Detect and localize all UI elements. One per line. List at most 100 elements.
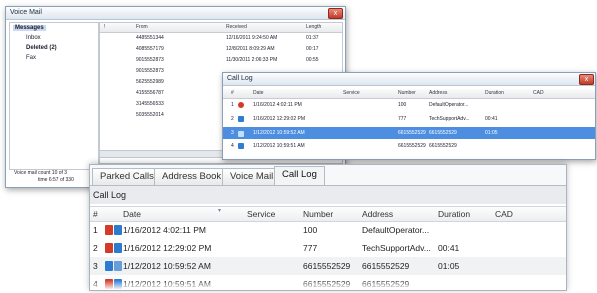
col-from[interactable]: From	[136, 23, 148, 32]
tab-parked-calls[interactable]: Parked Calls	[92, 168, 162, 185]
voicemail-icon	[114, 261, 122, 271]
row-index: 1	[231, 102, 234, 108]
outgoing-call-icon	[105, 261, 113, 271]
from-cell: 4485551344	[136, 35, 164, 41]
from-cell: 5035552014	[136, 112, 164, 118]
voicemail-icon	[114, 225, 122, 235]
col-received[interactable]: Received	[226, 23, 247, 32]
table-row[interactable]: 2 1/16/2012 12:29:02 PM 777 TechSupportA…	[90, 239, 566, 257]
calllog-titlebar: Call Log	[223, 73, 595, 86]
voicemail-icon	[114, 243, 122, 253]
address-cell: DefaultOperator...	[362, 225, 430, 235]
from-cell: 4085557179	[136, 46, 164, 52]
col-date[interactable]: Date	[253, 89, 264, 98]
address-cell: TechSupportAdv...	[362, 243, 431, 253]
length-cell: 01:37	[306, 35, 319, 41]
sort-arrow-icon: ▾	[218, 208, 222, 214]
tab-strip: Parked Calls Address Book Voice Mail Cal…	[90, 165, 566, 186]
address-cell: 6615552529	[429, 130, 457, 136]
table-row[interactable]: 1 1/16/2012 4:02:11 PM 100 DefaultOperat…	[223, 100, 595, 111]
tab-voice-mail[interactable]: Voice Mail	[222, 168, 282, 185]
table-row[interactable]: 2 1/16/2012 12:29:02 PM 777 TechSupportA…	[223, 114, 595, 125]
date-cell: 1/16/2012 4:02:11 PM	[123, 225, 207, 235]
col-priority[interactable]: !	[104, 23, 105, 32]
calllog-window: Call Log x # Date Service Number Address…	[222, 72, 596, 160]
date-cell: 1/16/2012 12:29:02 PM	[123, 243, 212, 253]
voicemail-count: Voice mail count 10 of 3	[14, 170, 68, 176]
calllog-title: Call Log	[227, 75, 253, 82]
col-cad[interactable]: CAD	[533, 89, 544, 98]
length-cell: 00:55	[306, 57, 319, 63]
section-title: Call Log	[90, 186, 566, 204]
number-cell: 6615552529	[398, 130, 426, 136]
col-duration[interactable]: Duration	[485, 89, 504, 98]
table-row[interactable]: 9015552873 11/30/2011 2:06:33 PM 00:55	[100, 55, 342, 66]
main-panel: Parked Calls Address Book Voice Mail Cal…	[89, 164, 567, 291]
messages-header: ! From Received Length	[100, 23, 342, 33]
voicemail-title: Voice Mail	[10, 9, 42, 16]
tab-address-book[interactable]: Address Book	[154, 168, 230, 185]
number-cell: 777	[303, 243, 318, 253]
table-row[interactable]: 4085557179 12/8/2011 8:09:29 AM 00:17	[100, 44, 342, 55]
table-row[interactable]: 1 1/16/2012 4:02:11 PM 100 DefaultOperat…	[90, 221, 566, 239]
incoming-call-icon	[238, 102, 244, 113]
tab-call-log[interactable]: Call Log	[274, 166, 325, 185]
calllog-table-header: # Date ▾ Service Number Address Duration…	[90, 206, 566, 222]
folder-deleted[interactable]: Deleted (2)	[26, 45, 57, 51]
from-cell: 9015552873	[136, 68, 164, 74]
date-cell: 1/16/2012 12:29:02 PM	[253, 116, 305, 122]
row-index: 4	[231, 143, 234, 149]
number-cell: 6615552529	[398, 143, 426, 149]
col-date[interactable]: Date	[123, 207, 141, 221]
col-length[interactable]: Length	[306, 23, 321, 32]
close-icon[interactable]: x	[328, 8, 343, 19]
col-service[interactable]: Service	[247, 207, 275, 221]
messages-scrollbar[interactable]	[99, 150, 231, 158]
address-cell: 6615552529	[362, 261, 410, 271]
row-index: 1	[93, 225, 98, 235]
col-duration[interactable]: Duration	[438, 207, 470, 221]
table-row-selected[interactable]: 3 1/12/2012 10:59:52 AM 6615552529 66155…	[223, 127, 595, 139]
col-address[interactable]: Address	[362, 207, 393, 221]
col-number[interactable]: #	[231, 89, 234, 98]
table-row[interactable]: 3 1/12/2012 10:59:52 AM 6615552529 66155…	[90, 257, 566, 275]
number-cell: 777	[398, 116, 407, 122]
date-cell: 1/12/2012 10:59:52 AM	[123, 261, 211, 271]
table-row[interactable]: 4 1/12/2012 10:59:51 AM 6615552529 66155…	[223, 141, 595, 152]
duration-cell: 00:41	[438, 243, 460, 253]
date-cell: 1/16/2012 4:02:11 PM	[253, 102, 302, 108]
address-cell: DefaultOperator...	[429, 102, 469, 108]
from-cell: 3145556533	[136, 101, 164, 107]
number-cell: 100	[303, 225, 318, 235]
address-cell: TechSupportAdv...	[429, 116, 470, 122]
row-index: 3	[231, 130, 234, 136]
length-cell: 00:17	[306, 46, 319, 52]
row-index: 3	[93, 261, 98, 271]
folder-inbox[interactable]: Inbox	[26, 35, 41, 41]
col-phone[interactable]: Number	[398, 89, 416, 98]
col-phone[interactable]: Number	[303, 207, 333, 221]
duration-cell: 01:05	[485, 130, 498, 136]
close-icon[interactable]: x	[579, 74, 594, 85]
from-cell: 4155556787	[136, 90, 164, 96]
table-row[interactable]: 4485551344 12/16/2011 9:24:50 AM 01:37	[100, 33, 342, 44]
folder-messages[interactable]: Messages	[13, 25, 46, 31]
voicemail-titlebar: Voice Mail	[6, 7, 345, 20]
number-cell: 6615552529	[303, 261, 351, 271]
duration-cell: 01:05	[438, 261, 460, 271]
duration-cell: 00:41	[485, 116, 498, 122]
voicemail-time: time 6:57 of 330	[38, 177, 74, 183]
received-cell: 12/16/2011 9:24:50 AM	[226, 35, 278, 41]
col-address[interactable]: Address	[429, 89, 447, 98]
date-cell: 1/12/2012 10:59:51 AM	[253, 143, 305, 149]
col-cad[interactable]: CAD	[495, 207, 513, 221]
row-index: 2	[93, 243, 98, 253]
col-number[interactable]: #	[93, 207, 98, 221]
row-index: 2	[231, 116, 234, 122]
col-service[interactable]: Service	[343, 89, 360, 98]
from-cell: 9015552873	[136, 57, 164, 63]
number-cell: 100	[398, 102, 407, 108]
incoming-call-icon	[105, 243, 113, 253]
folder-fax[interactable]: Fax	[26, 55, 36, 61]
calllog-header: # Date Service Number Address Duration C…	[223, 89, 595, 99]
